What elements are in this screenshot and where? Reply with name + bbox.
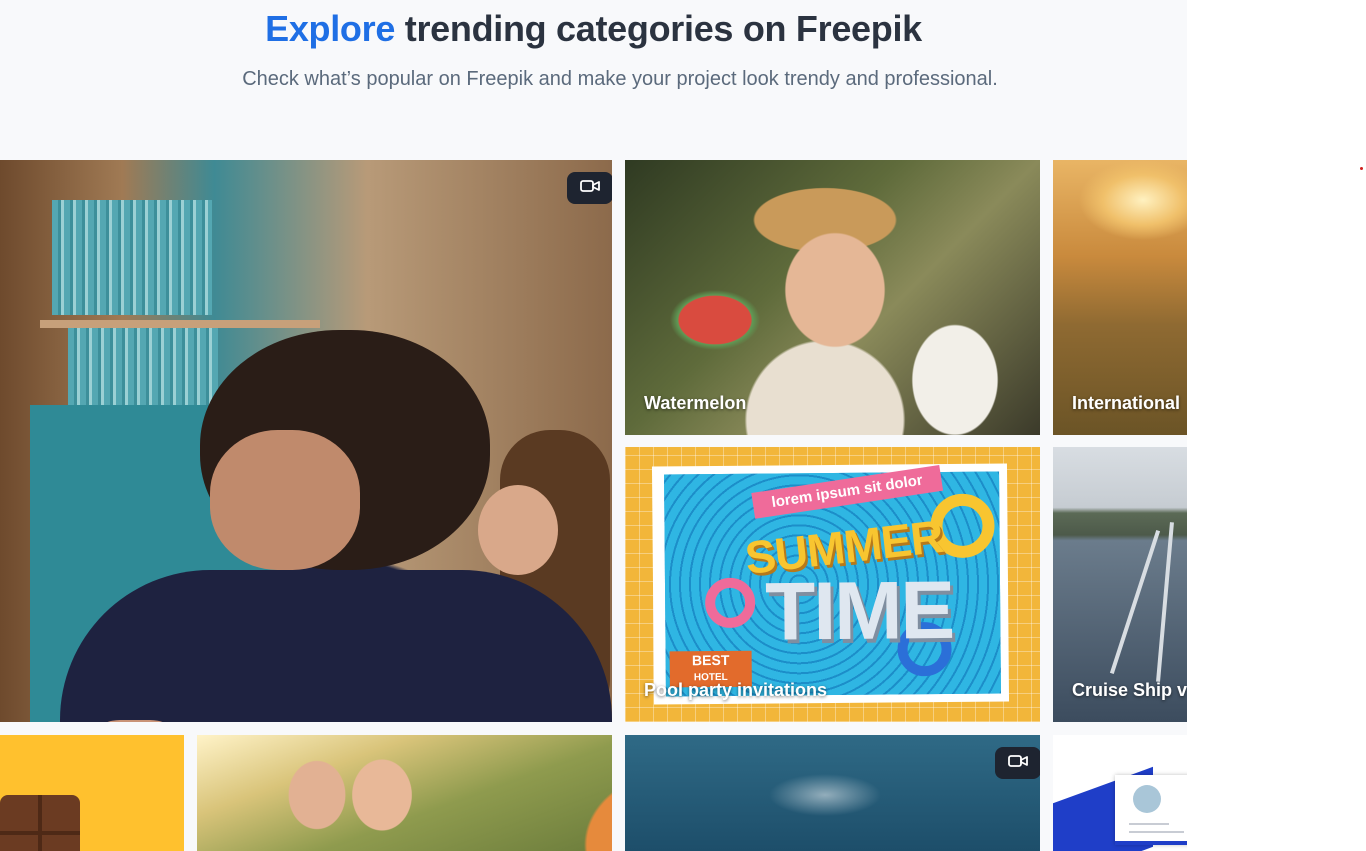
cv-line-decor: [1115, 841, 1187, 845]
cv-card-decor: [1115, 775, 1187, 845]
chocolate-decor: [0, 795, 80, 851]
category-tile-pool-party-invitations[interactable]: lorem ipsum sit dolor SUMMER TIME BEST HO…: [625, 447, 1040, 722]
tile-label: International: [1072, 393, 1181, 413]
avatar: [1133, 785, 1161, 813]
section-heading: Explore trending categories on Freepik: [0, 8, 1187, 50]
cv-line-decor: [1129, 831, 1184, 833]
category-tile-cv-template[interactable]: [1053, 735, 1187, 851]
pool-title-time: TIME: [764, 564, 954, 658]
category-tile-watermelon[interactable]: Watermelon: [625, 160, 1040, 435]
section-subheading: Check what’s popular on Freepik and make…: [242, 68, 998, 90]
category-tile-cruise-ship[interactable]: Cruise Ship v: [1053, 447, 1187, 722]
pool-ring-decor: [704, 577, 756, 629]
category-tile-classroom-video[interactable]: [0, 160, 612, 722]
video-badge: [995, 747, 1040, 779]
trending-categories-section: Explore trending categories on Freepik C…: [0, 0, 1187, 851]
tile-label: Pool party invitations: [644, 680, 828, 700]
category-tile-international[interactable]: International: [1053, 160, 1187, 435]
shelf-decor: [40, 320, 320, 328]
pool-artwork-frame: lorem ipsum sit dolor SUMMER TIME BEST HO…: [651, 463, 1010, 705]
video-badge: [567, 172, 612, 204]
category-tile-camping[interactable]: [197, 735, 612, 851]
boy-face-decor: [210, 430, 360, 570]
category-tile-chocolate[interactable]: [0, 735, 184, 851]
best-hotel-badge-line1: BEST: [691, 651, 730, 669]
boy-body-decor: [60, 570, 612, 722]
tile-label: Watermelon: [644, 393, 747, 413]
rail-decor: [1109, 530, 1161, 674]
girl-face-decor: [478, 485, 558, 575]
heading-accent-word: Explore: [265, 8, 396, 49]
tile-label: Cruise Ship v: [1072, 680, 1187, 700]
books-decor: [52, 200, 212, 315]
rail-decor: [1156, 522, 1174, 682]
red-dot-marker: [1360, 167, 1363, 170]
cv-line-decor: [1129, 823, 1169, 825]
video-camera-icon: [580, 179, 600, 198]
heading-text: trending categories on Freepik: [404, 8, 922, 49]
video-camera-icon: [1008, 754, 1028, 773]
category-tile-swimming-video[interactable]: [625, 735, 1040, 851]
